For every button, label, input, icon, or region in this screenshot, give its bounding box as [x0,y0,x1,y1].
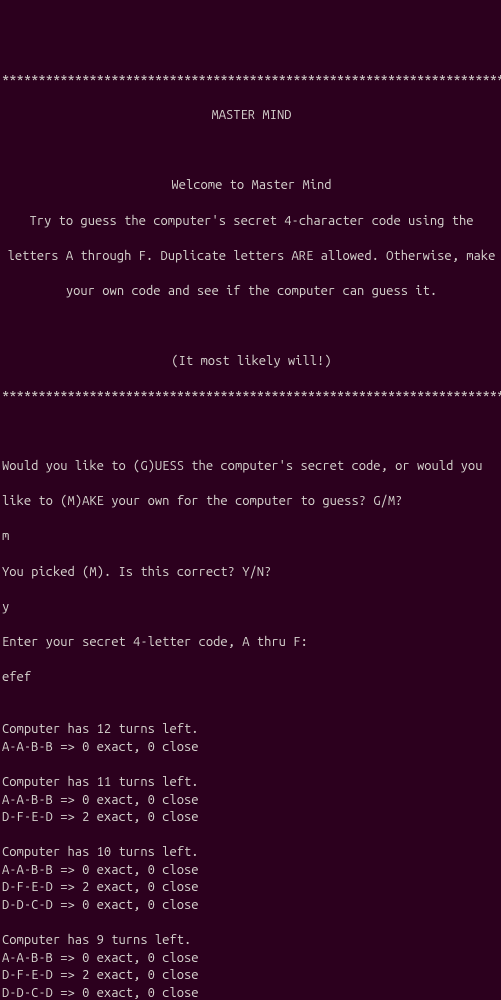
blank [2,704,501,722]
turn-header: Computer has 10 turns left. [2,844,501,862]
game-output: Computer has 12 turns left.A-A-B-B => 0 … [2,704,501,1000]
welcome-line: Welcome to Master Mind [2,177,501,195]
prompt-confirm: You picked (M). Is this correct? Y/N? [2,564,501,582]
turn-header: Computer has 11 turns left. [2,774,501,792]
guess-line: A-A-B-B => 0 exact, 0 close [2,792,501,810]
prompt-choice-1: Would you like to (G)UESS the computer's… [2,458,501,476]
tagline: (It most likely will!) [2,353,501,371]
guess-line: D-F-E-D => 2 exact, 0 close [2,879,501,897]
prompt-enter-code: Enter your secret 4-letter code, A thru … [2,634,501,652]
guess-line: A-A-B-B => 0 exact, 0 close [2,950,501,968]
blank [2,914,501,932]
guess-line: D-D-C-D => 0 exact, 0 close [2,897,501,915]
guess-line: A-A-B-B => 0 exact, 0 close [2,862,501,880]
turn-header: Computer has 12 turns left. [2,721,501,739]
blank [2,142,501,160]
instructions-line-3: your own code and see if the computer ca… [2,283,501,301]
blank [2,318,501,336]
guess-line: D-F-E-D => 2 exact, 0 close [2,967,501,985]
turn-header: Computer has 9 turns left. [2,932,501,950]
blank [2,827,501,845]
guess-line: A-A-B-B => 0 exact, 0 close [2,739,501,757]
guess-line: D-D-C-D => 0 exact, 0 close [2,985,501,1000]
blank [2,757,501,775]
border-top: ****************************************… [2,72,501,90]
blank [2,423,501,441]
instructions-line-2: letters A through F. Duplicate letters A… [2,248,501,266]
border-bottom: ****************************************… [2,388,501,406]
prompt-choice-2: like to (M)AKE your own for the computer… [2,493,501,511]
guess-line: D-F-E-D => 2 exact, 0 close [2,809,501,827]
instructions-line-1: Try to guess the computer's secret 4-cha… [2,213,501,231]
user-input-code[interactable]: efef [2,669,501,687]
game-title: MASTER MIND [2,107,501,125]
user-input-confirm[interactable]: y [2,599,501,617]
user-input-choice[interactable]: m [2,528,501,546]
